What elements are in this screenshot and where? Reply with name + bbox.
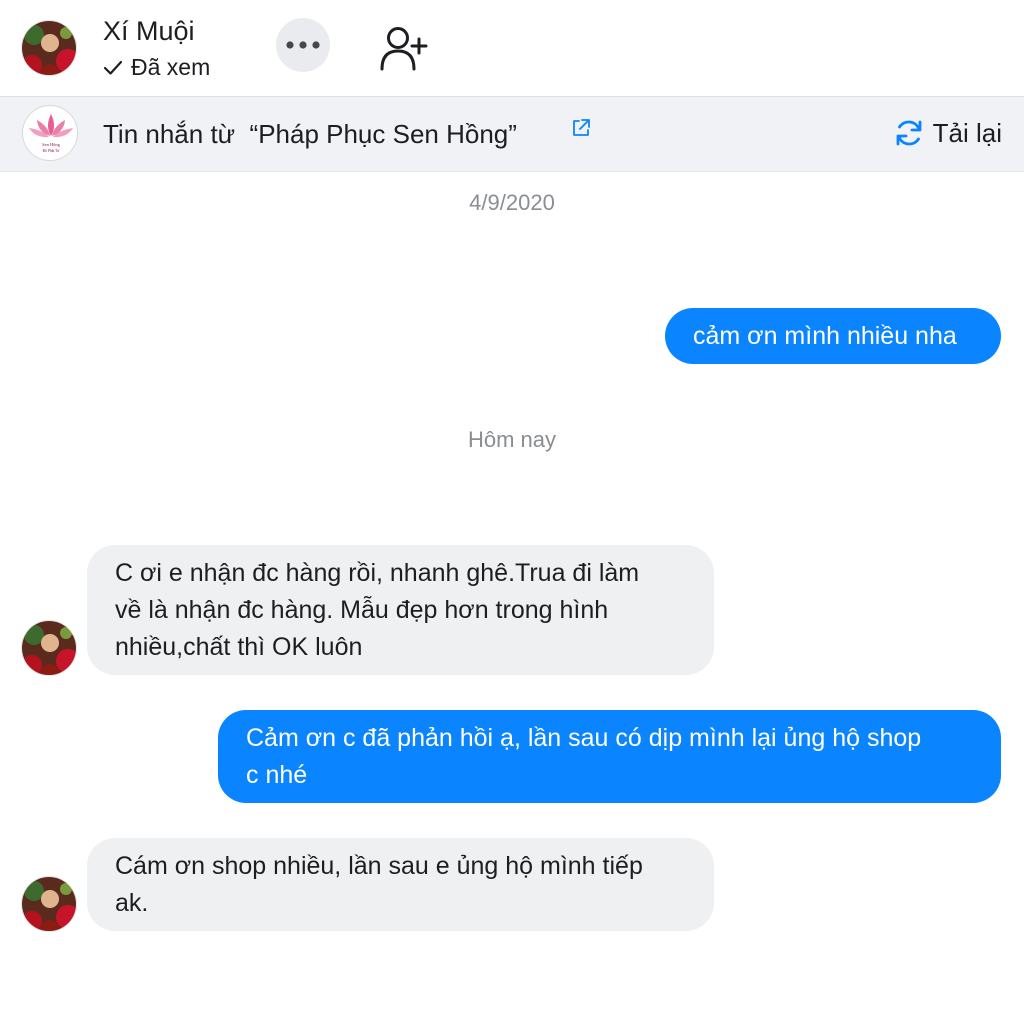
seen-status-label: Đã xem bbox=[131, 54, 211, 80]
checkmark-icon bbox=[103, 60, 123, 75]
contact-avatar[interactable] bbox=[21, 20, 77, 76]
banner-prefix: Tin nhắn từ bbox=[103, 119, 236, 149]
reload-button[interactable]: Tải lại bbox=[893, 117, 1002, 149]
message-bubble-incoming[interactable]: C ơi e nhận đc hàng rồi, nhanh ghê.Trua … bbox=[87, 545, 714, 675]
external-link-icon[interactable] bbox=[570, 117, 592, 139]
contact-avatar-small[interactable] bbox=[21, 620, 77, 676]
message-bubble-incoming[interactable]: Cám ơn shop nhiều, lần sau e ủng hộ mình… bbox=[87, 838, 714, 931]
banner-page-name[interactable]: “Pháp Phục Sen Hồng” bbox=[250, 119, 517, 149]
seen-status: Đã xem bbox=[103, 54, 210, 81]
page-logo-title: Sen Hồng bbox=[42, 142, 61, 147]
message-text-line: C ơi e nhận đc hàng rồi, nhanh ghê.Trua … bbox=[115, 559, 640, 587]
more-options-button[interactable] bbox=[276, 18, 330, 72]
message-text-line: Cảm ơn c đã phản hồi ạ, lần sau có dịp m… bbox=[246, 724, 922, 752]
page-logo-subtitle: Đồ Phật Tử bbox=[43, 149, 61, 153]
message-text-line: ak. bbox=[115, 889, 149, 917]
add-user-button[interactable] bbox=[378, 26, 430, 72]
reload-icon bbox=[896, 120, 922, 146]
banner-message: Tin nhắn từ “Pháp Phục Sen Hồng” bbox=[103, 119, 517, 150]
page-banner: Sen Hồng Đồ Phật Tử Tin nhắn từ “Pháp Ph… bbox=[0, 97, 1024, 172]
add-user-icon bbox=[380, 27, 428, 71]
message-text-line: c nhé bbox=[246, 761, 308, 789]
message-text-line: Cám ơn shop nhiều, lần sau e ủng hộ mình… bbox=[115, 852, 643, 880]
message-text-line: về là nhận đc hàng. Mẫu đẹp hơn trong hì… bbox=[115, 596, 609, 624]
conversation-header: Xí Muội Đã xem bbox=[0, 0, 1024, 97]
contact-name[interactable]: Xí Muội bbox=[103, 16, 195, 47]
message-bubble-outgoing[interactable]: Cảm ơn c đã phản hồi ạ, lần sau có dịp m… bbox=[218, 710, 1001, 803]
message-bubble-outgoing[interactable]: cảm ơn mình nhiều nha bbox=[665, 308, 1001, 364]
reload-label: Tải lại bbox=[932, 117, 1002, 148]
page-logo[interactable]: Sen Hồng Đồ Phật Tử bbox=[22, 105, 78, 161]
date-separator: 4/9/2020 bbox=[469, 190, 555, 215]
message-text: cảm ơn mình nhiều nha bbox=[693, 322, 957, 350]
contact-avatar-small[interactable] bbox=[21, 876, 77, 932]
date-separator: Hôm nay bbox=[467, 427, 557, 452]
message-text-line: nhiều,chất thì OK luôn bbox=[115, 633, 363, 661]
more-horizontal-icon bbox=[286, 41, 320, 49]
